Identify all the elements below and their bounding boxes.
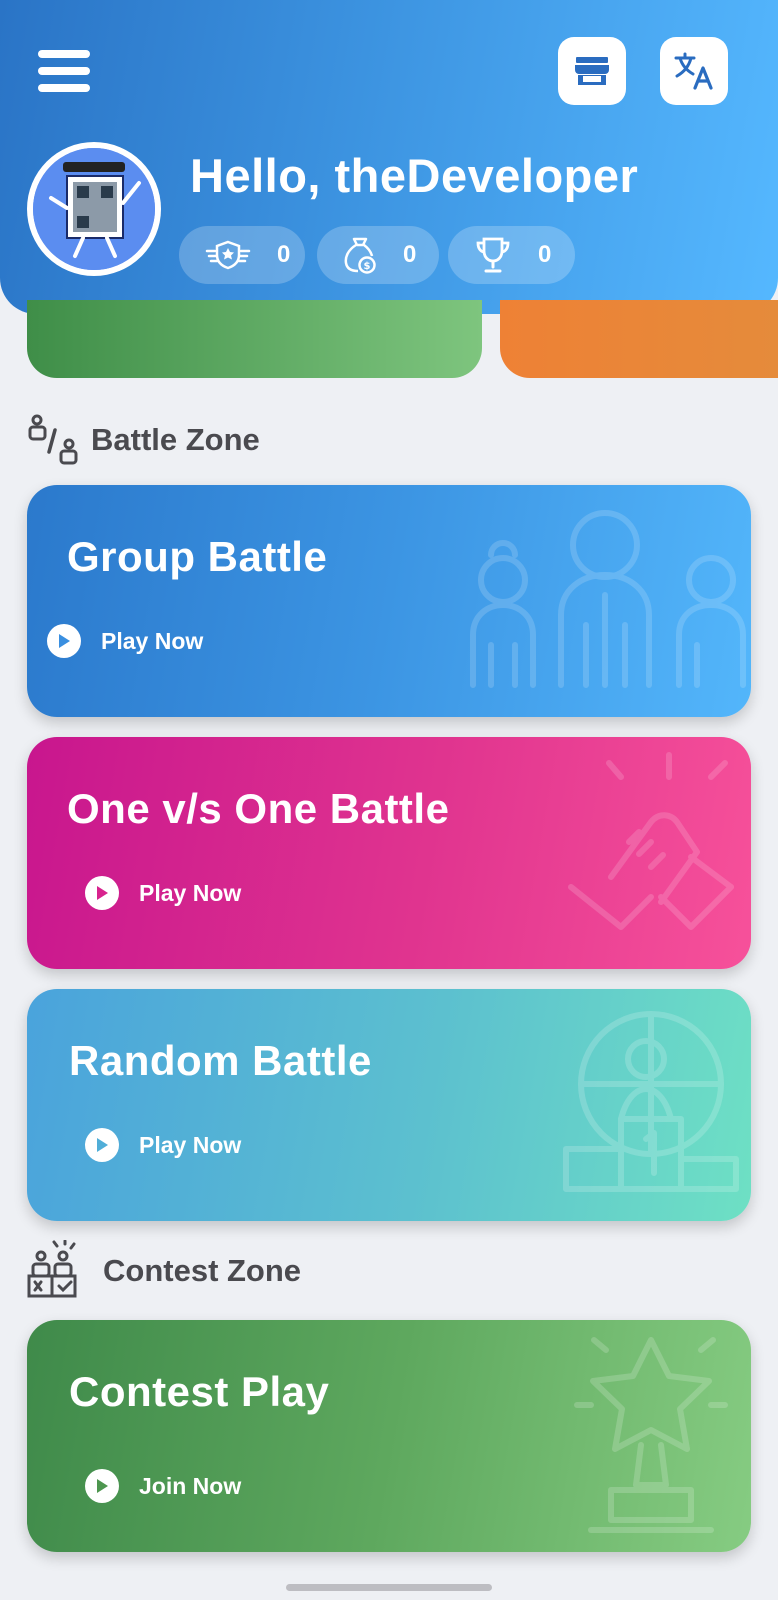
contest-join-button[interactable]: Join Now xyxy=(85,1469,241,1503)
trophy-stat[interactable]: 0 xyxy=(448,226,575,284)
coin-bag-icon: $ xyxy=(343,236,377,274)
qr-mascot-icon xyxy=(33,148,155,270)
group-battle-title: Group Battle xyxy=(67,533,328,580)
greeting-text: Hello, theDeveloper xyxy=(190,149,639,202)
random-battle-card[interactable]: Random Battle Play Now xyxy=(27,989,751,1221)
play-icon xyxy=(47,624,81,658)
battle-zone-title: Battle Zone xyxy=(91,422,260,457)
battle-zone-icon xyxy=(28,414,78,465)
contest-play-card[interactable]: Contest Play Join Now xyxy=(27,1320,751,1552)
profile-header: Hello, theDeveloper 0 $ 0 0 xyxy=(0,0,778,314)
featured-card-partial[interactable] xyxy=(27,300,482,378)
rank-value: 0 xyxy=(277,241,291,268)
contest-zone-icon xyxy=(27,1240,77,1298)
contest-play-title: Contest Play xyxy=(69,1368,330,1415)
menu-button[interactable] xyxy=(38,50,90,92)
trophy-icon xyxy=(474,236,512,274)
language-button[interactable] xyxy=(660,37,728,105)
svg-text:$: $ xyxy=(364,261,371,272)
play-now-label: Play Now xyxy=(101,627,204,654)
random-battle-title: Random Battle xyxy=(69,1037,372,1084)
featured-card-partial-next[interactable] xyxy=(500,300,778,378)
one-vs-one-play-button[interactable]: Play Now xyxy=(85,876,241,910)
coins-stat[interactable]: $ 0 xyxy=(317,226,439,284)
one-vs-one-battle-title: One v/s One Battle xyxy=(67,785,450,832)
rank-badge-icon xyxy=(205,239,251,271)
play-icon xyxy=(85,1128,119,1162)
play-now-label: Play Now xyxy=(139,879,242,906)
group-battle-play-button[interactable]: Play Now xyxy=(47,624,203,658)
one-vs-one-battle-card[interactable]: One v/s One Battle Play Now xyxy=(27,737,751,969)
handshake-icon xyxy=(568,752,734,930)
menu-icon xyxy=(38,50,90,58)
group-people-icon xyxy=(470,510,746,688)
contest-zone-heading: Contest Zone xyxy=(27,1240,301,1302)
star-trophy-icon xyxy=(574,1337,728,1533)
store-button[interactable] xyxy=(558,37,626,105)
play-now-label: Play Now xyxy=(139,1131,242,1158)
battle-zone-heading: Battle Zone xyxy=(27,414,260,466)
join-now-label: Join Now xyxy=(139,1472,242,1499)
coins-value: 0 xyxy=(403,241,417,268)
play-icon xyxy=(85,876,119,910)
podium-globe-icon xyxy=(563,1011,739,1192)
avatar[interactable] xyxy=(27,142,161,276)
home-indicator[interactable] xyxy=(286,1584,492,1591)
rank-stat[interactable]: 0 xyxy=(179,226,305,284)
translate-icon xyxy=(674,52,713,90)
group-battle-card[interactable]: Group Battle Play Now xyxy=(27,485,751,717)
random-battle-play-button[interactable]: Play Now xyxy=(85,1128,241,1162)
contest-zone-title: Contest Zone xyxy=(103,1253,302,1288)
trophy-value: 0 xyxy=(538,241,552,268)
store-icon xyxy=(575,57,609,85)
play-icon xyxy=(85,1469,119,1503)
